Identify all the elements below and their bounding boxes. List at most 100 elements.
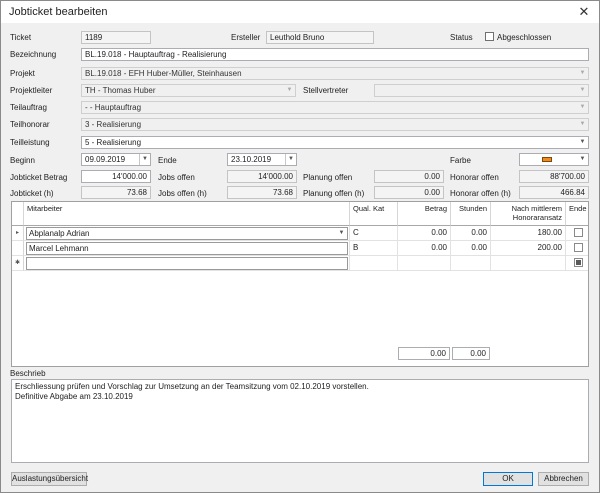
abgeschlossen-checkbox[interactable] (485, 32, 494, 41)
ticket-label: Ticket (10, 33, 32, 42)
farbe-label: Farbe (450, 156, 471, 165)
stellvertreter-select[interactable]: ▼ (374, 84, 589, 97)
teilleistung-label: Teilleistung (10, 138, 50, 147)
table-row-betrag[interactable]: 0.00 (398, 241, 451, 256)
table-row-honoraransatz[interactable]: 180.00 (491, 226, 566, 241)
teilauftrag-select[interactable]: - - Hauptauftrag ▼ (81, 101, 589, 114)
ende-checkbox[interactable] (574, 243, 583, 252)
table-row-mitarbeiter[interactable]: Marcel Lehmann (24, 241, 350, 256)
teilauftrag-value: - - Hauptauftrag (85, 103, 142, 112)
projektleiter-select[interactable]: TH - Thomas Huber ▼ (81, 84, 296, 97)
bezeichnung-input[interactable]: BL.19.018 - Hauptauftrag - Realisierung (81, 48, 589, 61)
table-row-ende[interactable] (566, 226, 588, 241)
jobs-offen-h-label: Jobs offen (h) (158, 189, 207, 198)
beschrieb-line-1: Erschliessung prüfen und Vorschlag zur U… (15, 382, 369, 391)
chevron-down-icon[interactable]: ▼ (577, 68, 588, 79)
beschrieb-line-2: Definitive Abgabe am 23.10.2019 (15, 392, 133, 401)
table-row-ende[interactable] (566, 241, 588, 256)
chevron-down-icon[interactable]: ▼ (577, 137, 588, 148)
mitarbeiter-select[interactable]: Abplanalp Adrian ▼ (26, 227, 348, 240)
chevron-down-icon[interactable]: ▼ (285, 154, 296, 165)
ersteller-field[interactable]: Leuthold Bruno (266, 31, 374, 44)
planung-offen-field[interactable]: 0.00 (374, 170, 444, 183)
chevron-down-icon[interactable]: ▼ (577, 102, 588, 113)
table-row-betrag[interactable] (398, 256, 451, 271)
color-swatch (542, 157, 552, 162)
chevron-down-icon[interactable]: ▼ (336, 228, 347, 239)
teilhonorar-value: 3 - Realisierung (85, 120, 142, 129)
mitarbeiter-new-cell[interactable] (26, 257, 348, 270)
chevron-down-icon[interactable]: ▼ (577, 119, 588, 130)
beginn-datepicker[interactable]: 09.09.2019 ▼ (81, 153, 151, 166)
projektleiter-value: TH - Thomas Huber (85, 86, 156, 95)
teilhonorar-select[interactable]: 3 - Realisierung ▼ (81, 118, 589, 131)
mitarbeiter-value: Abplanalp Adrian (29, 229, 90, 238)
ende-checkbox[interactable] (574, 228, 583, 237)
abbrechen-button[interactable]: Abbrechen (538, 472, 589, 486)
ende-value: 23.10.2019 (231, 155, 272, 164)
table-row-ende[interactable] (566, 256, 588, 271)
jobs-offen-field[interactable]: 14'000.00 (227, 170, 297, 183)
teilhonorar-label: Teilhonorar (10, 120, 50, 129)
chevron-down-icon[interactable]: ▼ (577, 85, 588, 96)
close-icon[interactable]: ✕ (575, 3, 593, 21)
ende-checkbox[interactable] (574, 258, 583, 267)
honorar-offen-h-label: Honorar offen (h) (450, 189, 511, 198)
row-current-icon: ▸ (12, 226, 24, 241)
table-row-qual[interactable] (350, 256, 398, 271)
honorar-offen-h-field[interactable]: 466.84 (519, 186, 589, 199)
honorar-offen-field[interactable]: 88'700.00 (519, 170, 589, 183)
dialog-window: Jobticket bearbeiten ✕ Ticket 1189 Erste… (0, 0, 600, 493)
chevron-down-icon[interactable]: ▼ (284, 85, 295, 96)
projekt-value: BL.19.018 - EFH Huber-Müller, Steinhause… (85, 69, 242, 78)
projekt-select[interactable]: BL.19.018 - EFH Huber-Müller, Steinhause… (81, 67, 589, 80)
beginn-value: 09.09.2019 (85, 155, 126, 164)
ticket-field[interactable]: 1189 (81, 31, 151, 44)
ende-datepicker[interactable]: 23.10.2019 ▼ (227, 153, 297, 166)
beschrieb-label: Beschrieb (10, 369, 46, 378)
jobticket-betrag-label: Jobticket Betrag (10, 173, 68, 182)
row-indicator (12, 241, 24, 256)
grid-indicator-header (12, 202, 24, 226)
grid-header-mitarbeiter[interactable]: Mitarbeiter (24, 202, 350, 226)
table-row-stunden[interactable] (451, 256, 491, 271)
grid-header-betrag[interactable]: Betrag (398, 202, 451, 226)
planung-offen-h-label: Planung offen (h) (303, 189, 365, 198)
grid-header-honoraransatz[interactable]: Nach mittlerem Honoraransatz (491, 202, 566, 226)
mitarbeiter-grid: Mitarbeiter Qual. Kat Betrag Stunden Nac… (11, 201, 589, 367)
table-row-mitarbeiter[interactable] (24, 256, 350, 271)
chevron-down-icon[interactable]: ▼ (139, 154, 150, 165)
chevron-down-icon[interactable]: ▼ (577, 154, 588, 165)
planung-offen-h-field[interactable]: 0.00 (374, 186, 444, 199)
teilauftrag-label: Teilauftrag (10, 103, 47, 112)
farbe-colorpicker[interactable]: ▼ (519, 153, 589, 166)
stellvertreter-label: Stellvertreter (303, 86, 349, 95)
table-row-stunden[interactable]: 0.00 (451, 241, 491, 256)
planung-offen-label: Planung offen (303, 173, 353, 182)
table-row-qual[interactable]: C (350, 226, 398, 241)
table-row-honoraransatz[interactable] (491, 256, 566, 271)
jobs-offen-h-field[interactable]: 73.68 (227, 186, 297, 199)
jobticket-h-field[interactable]: 73.68 (81, 186, 151, 199)
jobticket-betrag-input[interactable]: 14'000.00 (81, 170, 151, 183)
teilleistung-select[interactable]: 5 - Realisierung ▼ (81, 136, 589, 149)
table-row-betrag[interactable]: 0.00 (398, 226, 451, 241)
status-label: Status (450, 33, 473, 42)
table-row-stunden[interactable]: 0.00 (451, 226, 491, 241)
beschrieb-textarea[interactable]: Erschliessung prüfen und Vorschlag zur U… (11, 379, 589, 463)
projekt-label: Projekt (10, 69, 35, 78)
auslastungsuebersicht-button[interactable]: Auslastungsübersicht (11, 472, 88, 486)
grid-header-ende[interactable]: Ende (566, 202, 588, 226)
ok-button[interactable]: OK (483, 472, 533, 486)
grid-header-stunden[interactable]: Stunden (451, 202, 491, 226)
jobticket-h-label: Jobticket (h) (10, 189, 54, 198)
table-row-mitarbeiter[interactable]: Abplanalp Adrian ▼ (24, 226, 350, 241)
sum-stunden: 0.00 (452, 347, 490, 360)
teilleistung-value: 5 - Realisierung (85, 138, 142, 147)
table-row-qual[interactable]: B (350, 241, 398, 256)
table-row-honoraransatz[interactable]: 200.00 (491, 241, 566, 256)
ersteller-label: Ersteller (231, 33, 261, 42)
honorar-offen-label: Honorar offen (450, 173, 499, 182)
grid-header-qual-kat[interactable]: Qual. Kat (350, 202, 398, 226)
mitarbeiter-cell[interactable]: Marcel Lehmann (26, 242, 348, 255)
